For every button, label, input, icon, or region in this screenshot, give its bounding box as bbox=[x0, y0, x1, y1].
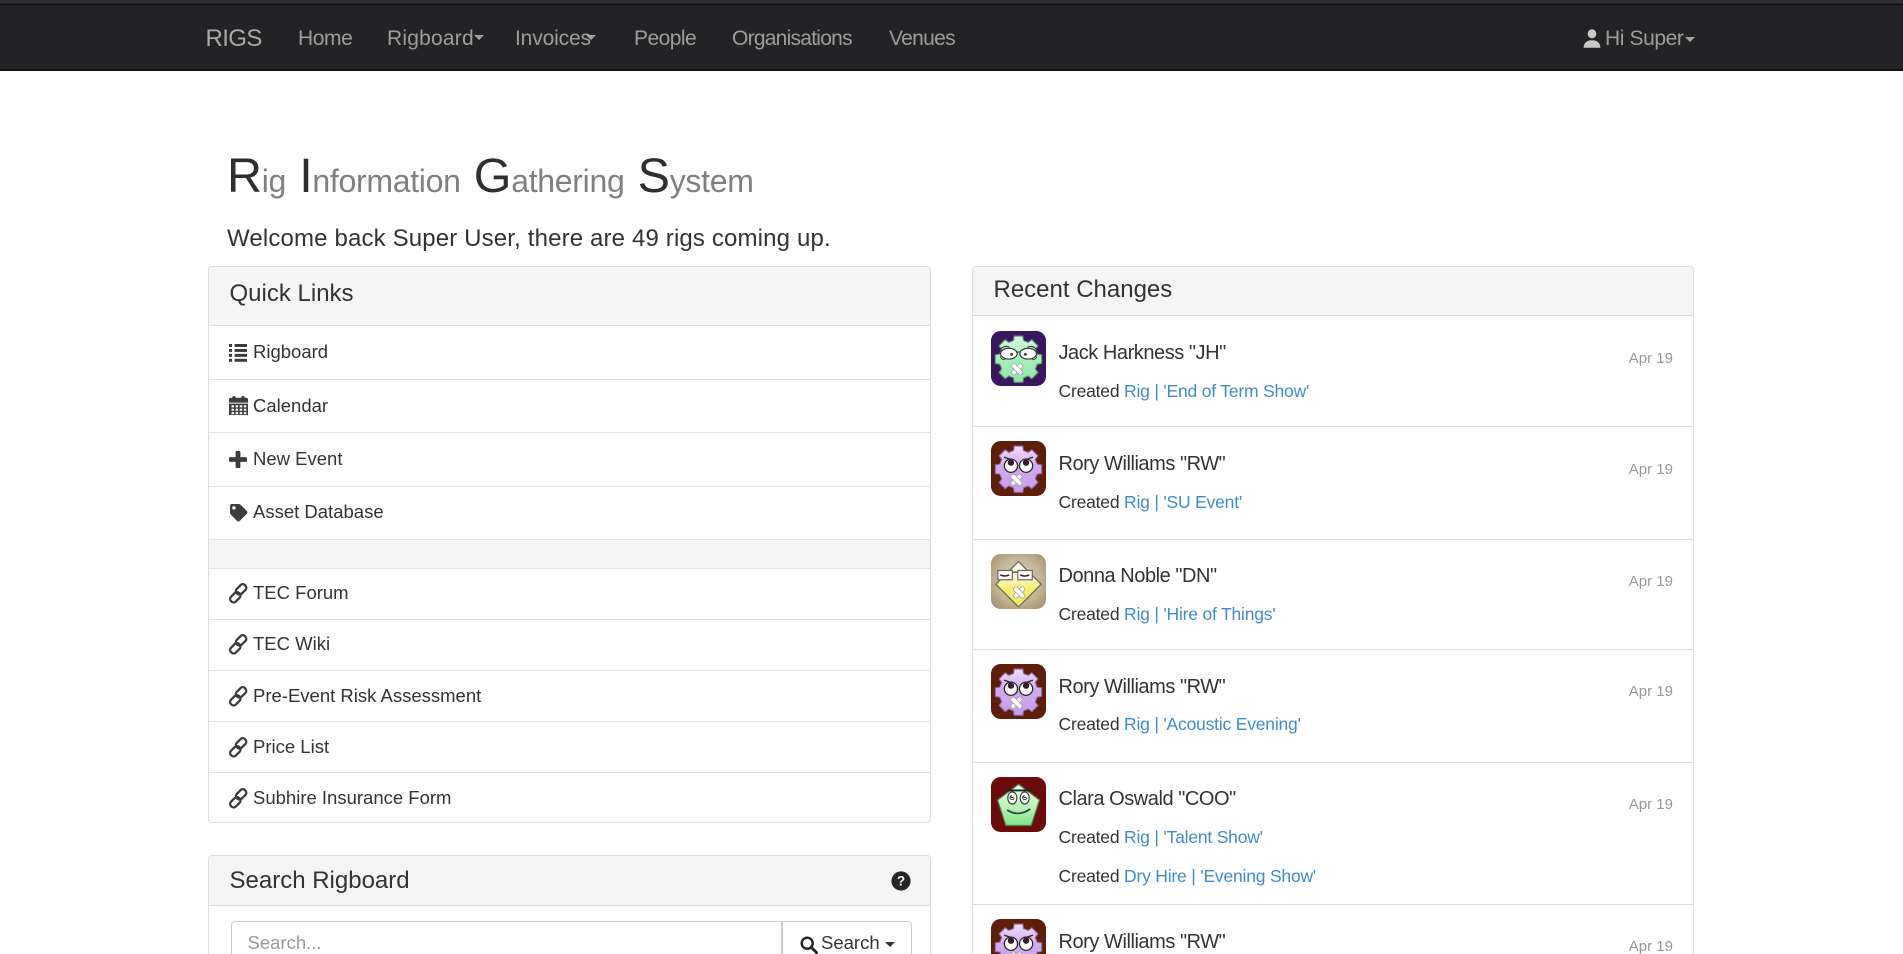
svg-text:?: ? bbox=[896, 873, 904, 888]
